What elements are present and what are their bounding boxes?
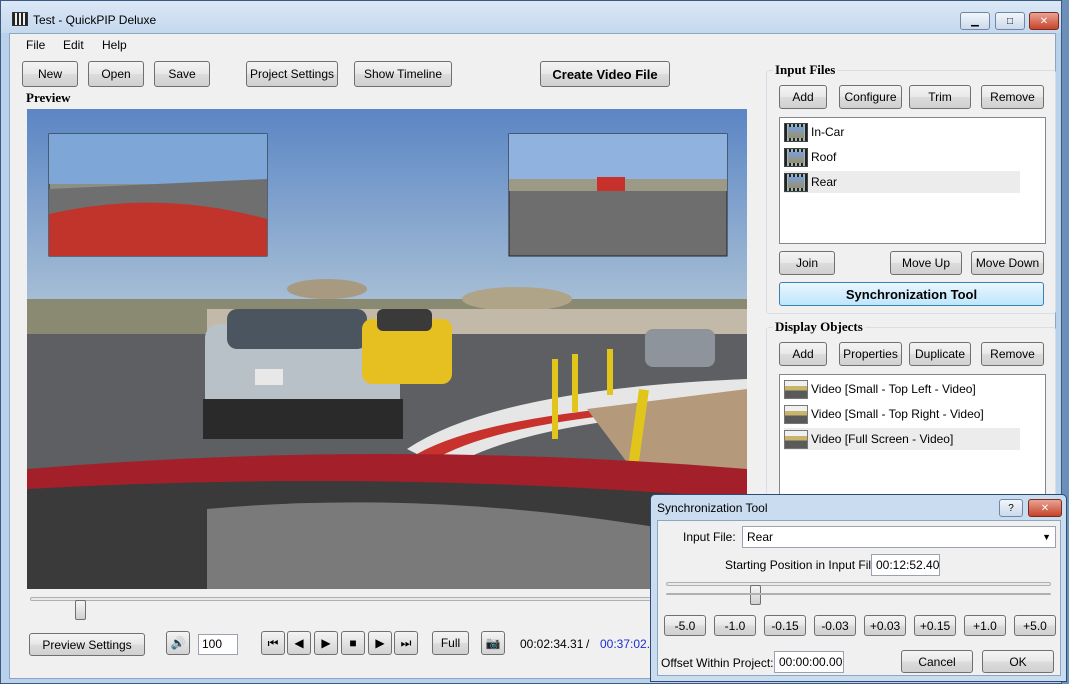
step-forward-icon[interactable]: ▶ [368,631,392,655]
menu-help[interactable]: Help [102,38,127,52]
display-duplicate-button[interactable]: Duplicate [909,342,971,366]
input-file-value: Rear [747,530,774,544]
title-bar[interactable]: Test - QuickPIP Deluxe ▁ □ ✕ [1,1,1061,33]
sync-slider-base [666,593,1051,595]
offset-field[interactable]: 00:00:00.00 [774,651,844,673]
video-thumbnail-icon [784,404,808,424]
move-down-button[interactable]: Move Down [971,251,1044,275]
open-button[interactable]: Open [88,61,144,87]
total-time: 00:37:02.5 [600,637,657,651]
input-files-title: Input Files [773,62,838,78]
video-preview[interactable] [27,109,747,589]
menu-file[interactable]: File [26,38,45,52]
input-add-button[interactable]: Add [779,85,827,109]
volume-spinner[interactable]: 100 [198,634,238,655]
starting-position-field[interactable]: 00:12:52.40 [871,554,940,576]
app-icon [12,12,28,26]
sync-slider-track[interactable] [666,582,1051,586]
list-item[interactable]: In-Car [784,121,844,143]
dialog-close-button[interactable]: ✕ [1028,499,1062,517]
synchronization-tool-button[interactable]: Synchronization Tool [779,282,1044,306]
minimize-button[interactable]: ▁ [960,12,990,30]
input-file-select[interactable]: Rear ▼ [742,526,1056,548]
help-button[interactable]: ? [999,499,1023,517]
camera-icon[interactable]: 📷 [481,631,505,655]
display-add-button[interactable]: Add [779,342,827,366]
preview-frame [27,109,747,589]
list-item-label: Rear [811,175,838,189]
full-screen-button[interactable]: Full [432,631,469,655]
move-up-button[interactable]: Move Up [890,251,962,275]
volume-icon[interactable]: 🔊 [166,631,190,655]
sync-slider-thumb[interactable] [749,585,761,605]
input-trim-button[interactable]: Trim [909,85,971,109]
maximize-button[interactable]: □ [995,12,1025,30]
step-plus-1-button[interactable]: +1.0 [964,615,1006,636]
preview-position-thumb[interactable] [75,600,87,620]
display-remove-button[interactable]: Remove [981,342,1044,366]
menu-bar: File Edit Help [10,34,1055,56]
step-minus-0-15-button[interactable]: -0.15 [764,615,806,636]
dialog-body: Input File: Rear ▼ Starting Position in … [657,520,1061,676]
chevron-down-icon: ▼ [1042,532,1051,542]
create-video-file-button[interactable]: Create Video File [540,61,670,87]
starting-position-label: Starting Position in Input File: [725,558,882,572]
step-back-icon[interactable]: ◀ [287,631,311,655]
film-icon [784,172,808,192]
preview-position-track[interactable] [30,597,750,601]
close-button[interactable]: ✕ [1029,12,1059,30]
stop-icon[interactable]: ■ [341,631,365,655]
list-item[interactable]: Video [Small - Top Right - Video] [784,403,984,425]
time-separator: / [586,637,590,651]
list-item-selected[interactable]: Rear [784,171,1020,193]
list-item-selected[interactable]: Video [Full Screen - Video] [784,428,1020,450]
display-objects-list[interactable]: Video [Small - Top Left - Video] Video [… [779,374,1046,499]
input-configure-button[interactable]: Configure [839,85,902,109]
list-item[interactable]: Video [Small - Top Left - Video] [784,378,976,400]
offset-label: Offset Within Project: [661,656,774,670]
film-icon [784,147,808,167]
list-item-label: Roof [811,150,837,164]
input-remove-button[interactable]: Remove [981,85,1044,109]
list-item-label: Video [Small - Top Left - Video] [811,382,976,396]
project-settings-button[interactable]: Project Settings [246,61,338,87]
window-title: Test - QuickPIP Deluxe [33,13,157,27]
play-icon[interactable]: ▶ [314,631,338,655]
synchronization-tool-dialog: Synchronization Tool ? ✕ Input File: Rea… [650,494,1067,682]
input-files-list[interactable]: In-Car Roof Rear [779,117,1046,244]
input-file-label: Input File: [683,530,736,544]
list-item-label: Video [Full Screen - Video] [811,432,954,446]
step-minus-5-button[interactable]: -5.0 [664,615,706,636]
join-button[interactable]: Join [779,251,835,275]
step-minus-0-03-button[interactable]: -0.03 [814,615,856,636]
display-properties-button[interactable]: Properties [839,342,902,366]
display-objects-title: Display Objects [773,319,865,335]
preview-label: Preview [26,90,71,105]
new-button[interactable]: New [22,61,78,87]
film-icon [784,122,808,142]
dialog-title: Synchronization Tool [657,501,768,515]
list-item-label: In-Car [811,125,845,139]
video-thumbnail-icon [784,429,808,449]
current-time: 00:02:34.31 [520,637,584,651]
list-item-label: Video [Small - Top Right - Video] [811,407,984,421]
step-minus-1-button[interactable]: -1.0 [714,615,756,636]
list-item[interactable]: Roof [784,146,836,168]
step-plus-0-03-button[interactable]: +0.03 [864,615,906,636]
menu-edit[interactable]: Edit [63,38,84,52]
cancel-button[interactable]: Cancel [901,650,973,673]
show-timeline-button[interactable]: Show Timeline [354,61,452,87]
step-plus-5-button[interactable]: +5.0 [1014,615,1056,636]
ok-button[interactable]: OK [982,650,1054,673]
step-plus-0-15-button[interactable]: +0.15 [914,615,956,636]
save-button[interactable]: Save [154,61,210,87]
skip-start-icon[interactable]: ⏮ [261,631,285,655]
preview-settings-button[interactable]: Preview Settings [29,633,145,656]
video-thumbnail-icon [784,379,808,399]
skip-end-icon[interactable]: ⏭ [394,631,418,655]
